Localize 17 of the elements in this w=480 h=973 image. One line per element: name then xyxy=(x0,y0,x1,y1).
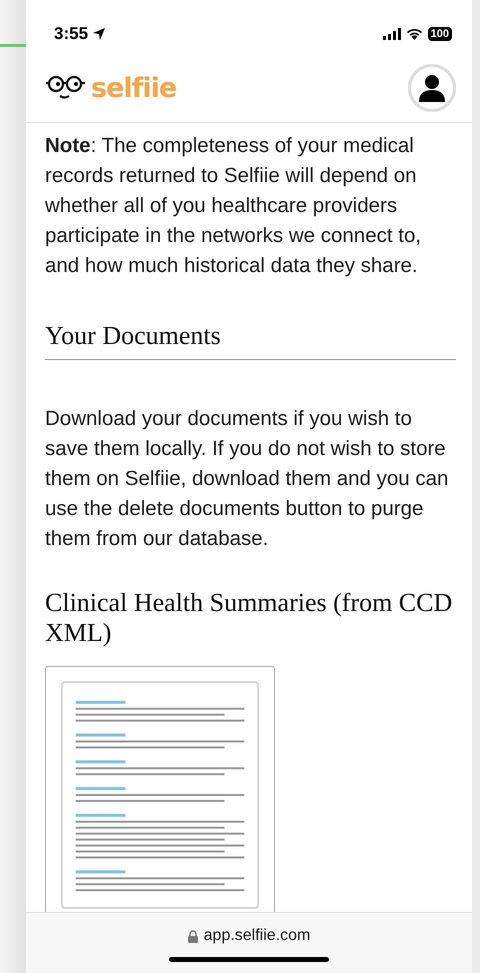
note-paragraph: Note: The completeness of your medical records returned to Selfiie will depend on whether all of you healthcare providers participate in the networks we connect to, and how much historical data they share. xyxy=(45,133,422,279)
address-url[interactable]: app.selfiie.com xyxy=(204,927,310,945)
battery-level: 100 xyxy=(428,27,452,41)
lock-icon xyxy=(188,930,198,942)
section-heading: Your Documents xyxy=(45,321,456,360)
clock-time: 3:55 xyxy=(54,24,88,44)
location-arrow-icon xyxy=(92,27,106,41)
logo-text: selfiie xyxy=(91,72,176,104)
profile-button[interactable] xyxy=(408,64,456,112)
glasses-face-icon xyxy=(46,75,88,101)
person-icon xyxy=(419,74,445,102)
subsection-heading: Clinical Health Summaries (from CCD XML) xyxy=(45,588,454,648)
document-thumbnail[interactable] xyxy=(45,666,275,912)
progress-line xyxy=(0,44,26,47)
signal-icon xyxy=(382,28,401,40)
documents-paragraph: Download your documents if you wish to save them locally. If you do not wish to store them on Selfiie, download them and you can use the delete documents button to purge them from our database. xyxy=(45,406,450,552)
wifi-icon xyxy=(406,28,423,40)
